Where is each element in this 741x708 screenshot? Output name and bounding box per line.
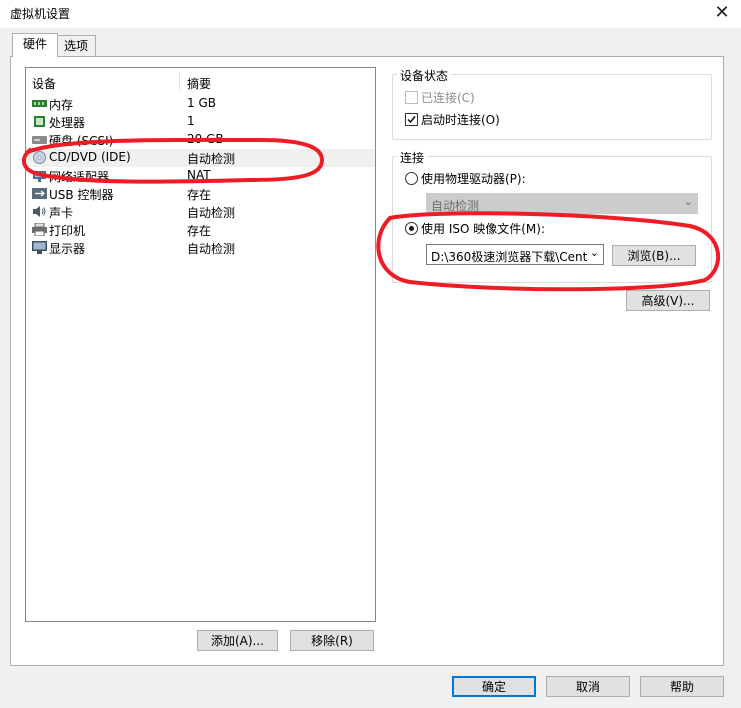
physical-drive-select[interactable]: 自动检测 ⌄ <box>426 193 698 214</box>
checkmark-icon <box>407 116 416 124</box>
device-row-printer[interactable]: 打印机 存在 <box>26 221 375 239</box>
device-name: 内存 <box>49 98 74 112</box>
advanced-button[interactable]: 高级(V)... <box>626 290 710 311</box>
device-row-network-adapter[interactable]: 网络适配器 NAT <box>26 167 375 185</box>
device-name: 声卡 <box>49 206 74 220</box>
cancel-button[interactable]: 取消 <box>546 676 630 697</box>
cd-dvd-icon <box>33 151 46 164</box>
device-summary: 存在 <box>187 188 212 202</box>
device-row-usb-controller[interactable]: USB 控制器 存在 <box>26 185 375 203</box>
device-row-memory[interactable]: 内存 1 GB <box>26 95 375 113</box>
device-name: 处理器 <box>49 116 86 130</box>
iso-path-value: D:\360极速浏览器下载\Cent <box>431 250 587 264</box>
sound-card-icon <box>33 206 46 217</box>
device-name: 打印机 <box>49 224 86 238</box>
iso-image-label: 使用 ISO 映像文件(M): <box>421 222 545 236</box>
device-row-processor[interactable]: 处理器 1 <box>26 113 375 131</box>
device-summary: 1 <box>187 114 195 128</box>
device-name: 硬盘 (SCSI) <box>49 134 114 148</box>
chevron-down-icon: ⌄ <box>683 195 693 208</box>
connect-at-power-on-checkbox[interactable] <box>405 113 418 126</box>
connected-label: 已连接(C) <box>421 91 475 105</box>
device-list[interactable]: 设备 摘要 内存 1 GB 处理器 1 硬盘 (SCSI) 20 GB CD/D… <box>25 67 376 622</box>
close-icon[interactable]: ✕ <box>703 0 741 28</box>
iso-path-combo[interactable]: D:\360极速浏览器下载\Cent ⌄ <box>426 244 604 265</box>
title-bar: 虚拟机设置 ✕ <box>0 0 741 28</box>
browse-button[interactable]: 浏览(B)... <box>612 245 696 266</box>
device-summary: 1 GB <box>187 96 216 110</box>
printer-icon <box>32 223 47 236</box>
physical-drive-label: 使用物理驱动器(P): <box>421 172 526 186</box>
physical-drive-radio[interactable] <box>405 172 418 185</box>
physical-drive-value: 自动检测 <box>431 199 480 213</box>
device-summary: 自动检测 <box>187 152 236 166</box>
window-title: 虚拟机设置 <box>10 7 71 21</box>
network-adapter-icon <box>33 171 46 182</box>
chevron-down-icon[interactable]: ⌄ <box>590 246 599 259</box>
device-name: CD/DVD (IDE) <box>49 150 131 164</box>
ok-button[interactable]: 确定 <box>452 676 536 697</box>
usb-icon <box>32 188 47 199</box>
device-list-header: 设备 摘要 <box>26 68 375 94</box>
display-icon <box>32 241 47 254</box>
iso-image-radio[interactable] <box>405 222 418 235</box>
column-header-summary[interactable]: 摘要 <box>187 75 211 92</box>
device-name: 显示器 <box>49 242 86 256</box>
device-row-sound-card[interactable]: 声卡 自动检测 <box>26 203 375 221</box>
device-summary: 自动检测 <box>187 206 236 220</box>
column-header-device[interactable]: 设备 <box>32 75 56 92</box>
help-button[interactable]: 帮助 <box>640 676 724 697</box>
device-summary: 自动检测 <box>187 242 236 256</box>
device-row-cd-dvd[interactable]: CD/DVD (IDE) 自动检测 <box>26 149 375 167</box>
cpu-icon <box>34 116 45 127</box>
column-divider[interactable] <box>179 71 180 91</box>
device-summary: 20 GB <box>187 132 224 146</box>
device-summary: NAT <box>187 168 211 182</box>
device-summary: 存在 <box>187 224 212 238</box>
tab-hardware[interactable]: 硬件 <box>12 33 58 57</box>
add-device-button[interactable]: 添加(A)... <box>197 630 278 651</box>
hard-disk-icon <box>32 136 47 144</box>
memory-icon <box>32 100 47 107</box>
connection-title: 连接 <box>397 149 428 166</box>
device-row-display[interactable]: 显示器 自动检测 <box>26 239 375 257</box>
connect-at-power-on-label: 启动时连接(O) <box>421 113 500 127</box>
device-name: USB 控制器 <box>49 188 114 202</box>
device-name: 网络适配器 <box>49 170 110 184</box>
connected-checkbox[interactable] <box>405 91 418 104</box>
device-row-hard-disk[interactable]: 硬盘 (SCSI) 20 GB <box>26 131 375 149</box>
remove-device-button[interactable]: 移除(R) <box>290 630 374 651</box>
device-status-title: 设备状态 <box>397 67 452 84</box>
tab-options[interactable]: 选项 <box>56 35 96 56</box>
